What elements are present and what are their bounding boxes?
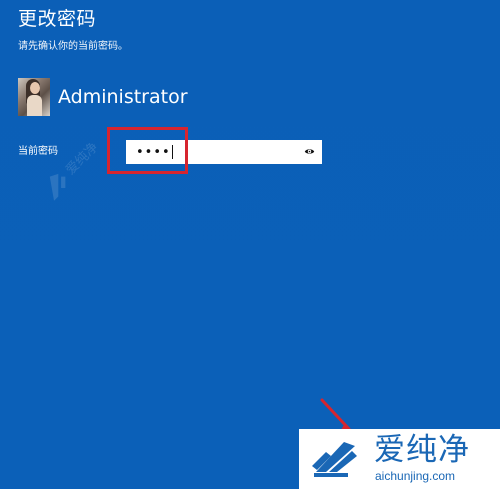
page-subtitle: 请先确认你的当前密码。 bbox=[18, 41, 128, 52]
watermark-logo-icon: 爱纯净 bbox=[49, 140, 101, 201]
current-password-label: 当前密码 bbox=[18, 146, 58, 157]
text-caret bbox=[171, 145, 173, 159]
watermark-text-left: 爱纯净 bbox=[63, 140, 101, 178]
user-avatar-icon bbox=[18, 78, 50, 116]
brand-domain-text: aichunjing.com bbox=[375, 469, 456, 483]
change-password-screen: 更改密码 请先确认你的当前密码。 Administrator 当前密码 ••••… bbox=[0, 0, 500, 489]
current-password-input[interactable]: •••• bbox=[126, 140, 322, 164]
current-password-value: •••• bbox=[136, 144, 171, 160]
user-row: Administrator bbox=[18, 78, 188, 116]
brand-watermark-card: 爱纯净 aichunjing.com bbox=[299, 429, 500, 489]
username: Administrator bbox=[58, 85, 188, 108]
brand-logo-icon bbox=[312, 442, 357, 477]
page-title: 更改密码 bbox=[18, 8, 97, 30]
eye-icon[interactable] bbox=[304, 147, 315, 156]
brand-cn-text: 爱纯净 bbox=[374, 432, 470, 468]
